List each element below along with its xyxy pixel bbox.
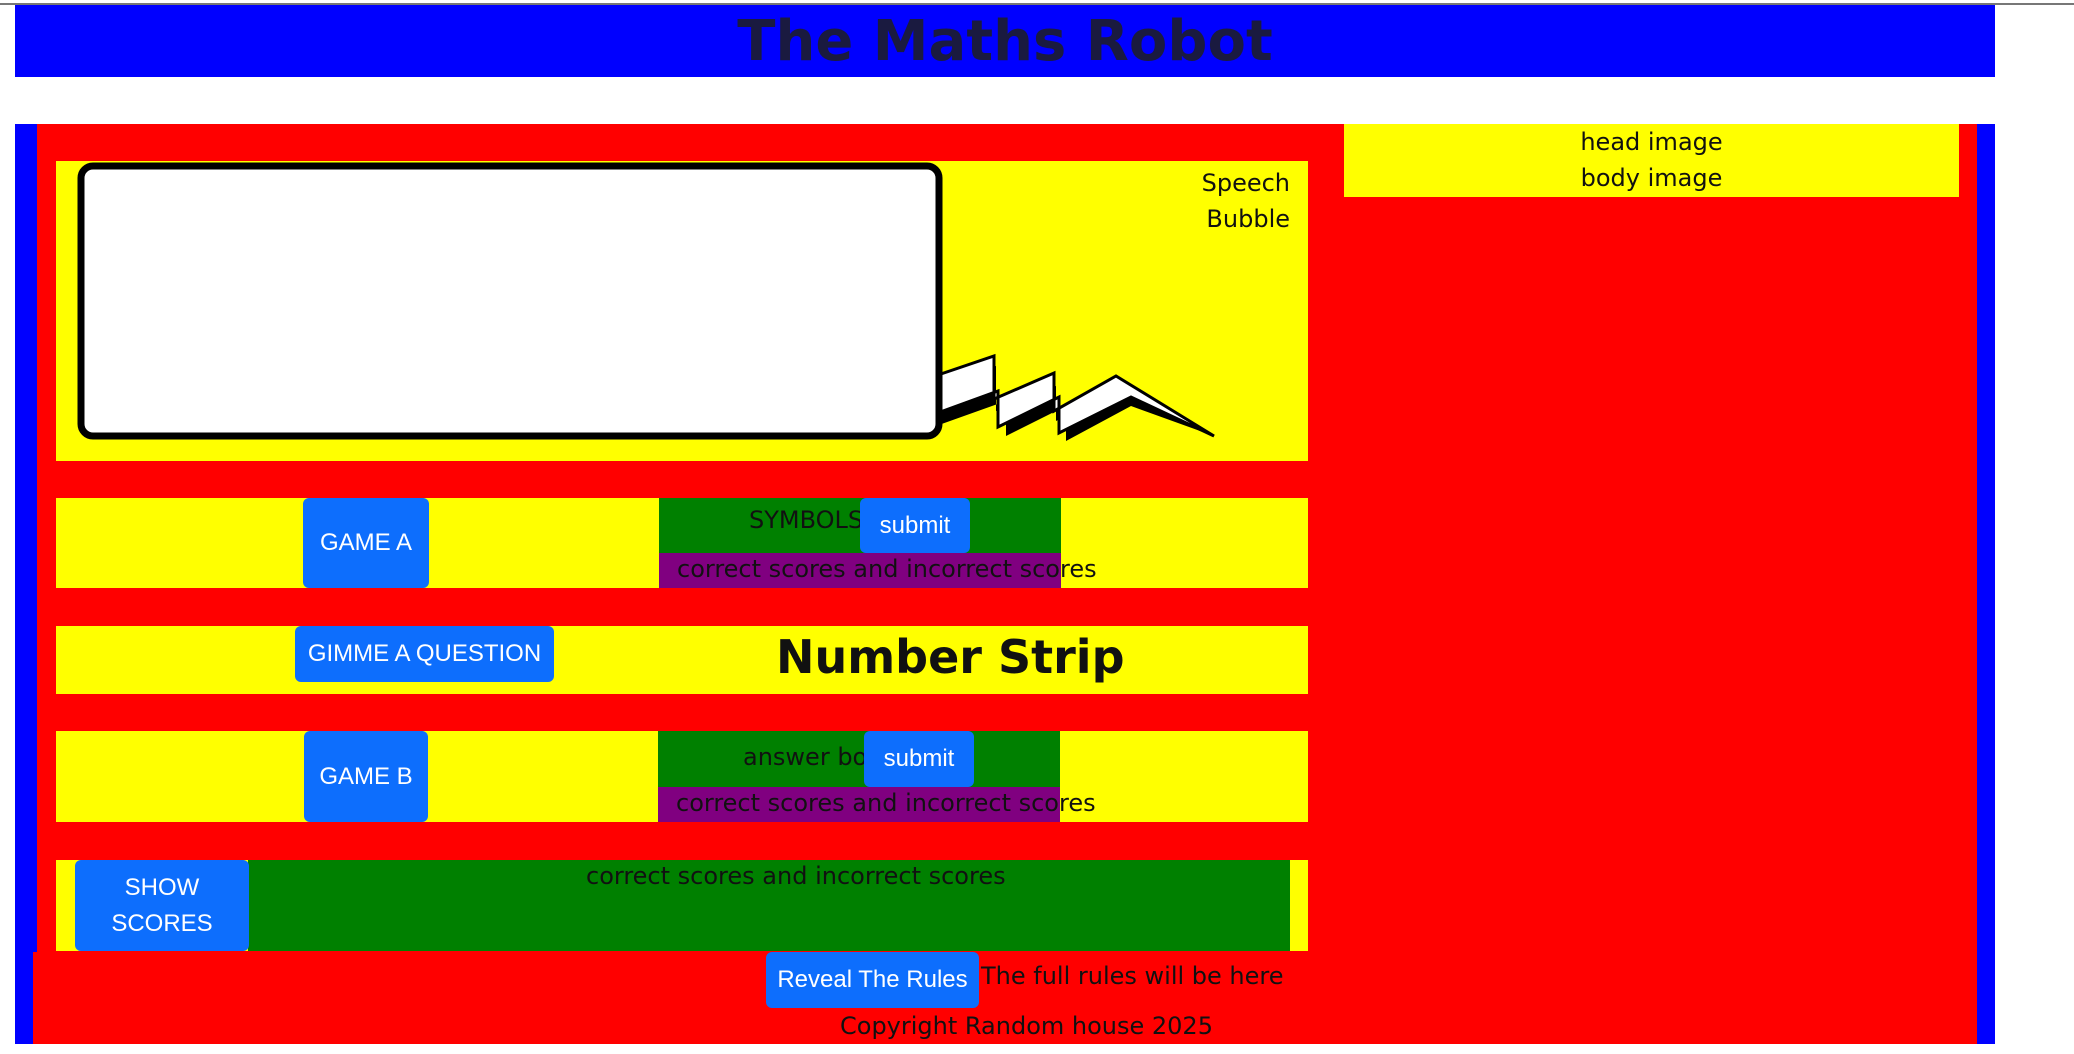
reveal-rules-button[interactable]: Reveal The Rules [766, 952, 979, 1008]
scores-summary-label: correct scores and incorrect scores [586, 862, 1006, 890]
show-scores-line2: SCORES [111, 909, 213, 937]
show-scores-line1: SHOW [124, 873, 200, 901]
symbols-label: SYMBOLS [749, 506, 864, 534]
speech-bubble-label: Speech Bubble [1202, 165, 1290, 237]
game-a-scores: correct scores and incorrect scores [659, 553, 1097, 588]
rules-text: The full rules will be here [981, 962, 1284, 990]
robot-image-panel: head image body image [1344, 124, 1959, 197]
page-title: The Maths Robot [737, 8, 1273, 74]
rules-footer: Reveal The Rules The full rules will be … [33, 952, 1977, 1044]
question-row: GIMME A QUESTION Number Strip [56, 626, 1308, 694]
page-header: The Maths Robot [15, 5, 1995, 77]
game-a-row: GAME A SYMBOLS submit correct scores and… [56, 498, 1308, 588]
speech-bubble-shape [77, 162, 1215, 441]
speech-label-line1: Speech [1201, 169, 1290, 197]
scores-row: correct scores and incorrect scores SHOW… [56, 860, 1308, 951]
game-b-scores: correct scores and incorrect scores [658, 787, 1096, 822]
answer-box: answer box submit [658, 731, 1060, 787]
game-b-button[interactable]: GAME B [304, 731, 428, 822]
gimme-question-button[interactable]: GIMME A QUESTION [295, 626, 554, 682]
game-b-scores-label: correct scores and incorrect scores [676, 789, 1096, 817]
body-image: body image [1580, 164, 1723, 192]
game-a-submit-button[interactable]: submit [860, 498, 970, 553]
head-image: head image [1580, 128, 1723, 156]
speech-bubble-panel: Speech Bubble [56, 161, 1308, 461]
game-b-row: GAME B answer box submit correct scores … [56, 731, 1308, 822]
show-scores-button[interactable]: SHOW SCORES [75, 860, 249, 951]
copyright-text: Copyright Random house 2025 [840, 1012, 1213, 1040]
game-a-scores-label: correct scores and incorrect scores [677, 555, 1097, 583]
answer-box-label[interactable]: answer box [743, 743, 881, 771]
number-strip: Number Strip [776, 630, 1125, 684]
scores-summary-box: correct scores and incorrect scores [248, 860, 1290, 951]
speech-label-line2: Bubble [1206, 205, 1290, 233]
symbols-box: SYMBOLS submit [659, 498, 1061, 553]
game-a-button[interactable]: GAME A [303, 498, 429, 588]
game-b-submit-button[interactable]: submit [864, 731, 974, 787]
